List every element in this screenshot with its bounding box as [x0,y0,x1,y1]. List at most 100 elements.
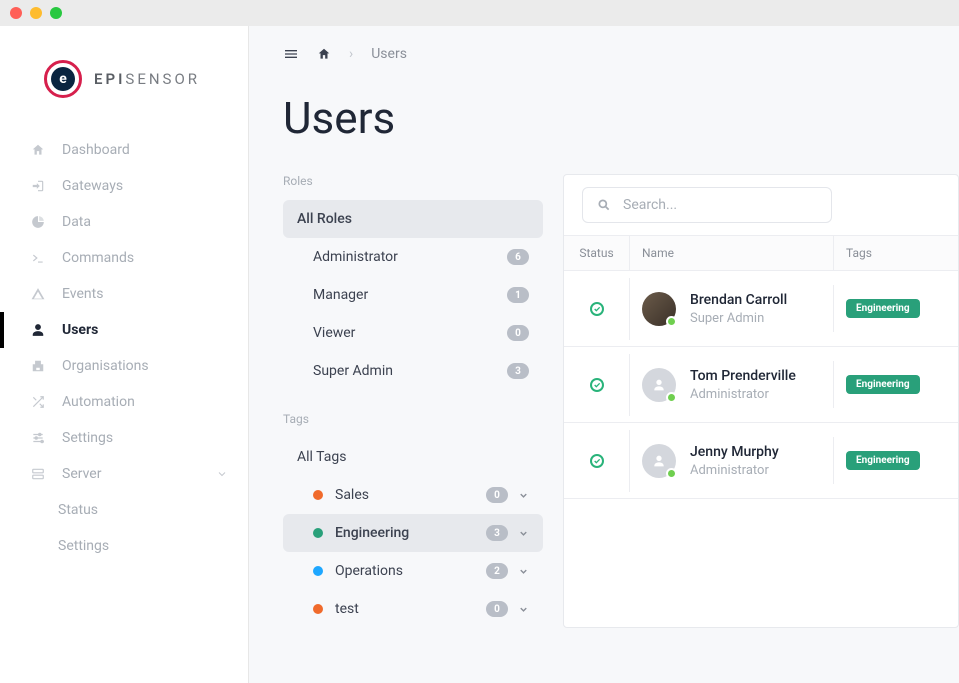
nav-settings[interactable]: Settings [0,420,248,456]
tag-label: Sales [335,487,369,503]
tag-color-dot [313,528,323,538]
role-label: Administrator [313,249,398,265]
role-all[interactable]: All Roles [283,200,543,238]
brand-mark-letter: e [51,67,75,91]
role-label: Viewer [313,325,355,341]
table-row[interactable]: Tom PrendervilleAdministrator Engineering [564,347,958,423]
tag-count-badge: 3 [486,525,508,541]
chevron-down-icon[interactable] [518,566,529,577]
nav-dashboard[interactable]: Dashboard [0,132,248,168]
user-role: Administrator [690,387,796,402]
role-count-badge: 3 [507,363,529,379]
nav-users[interactable]: Users [0,312,248,348]
nav-server-settings[interactable]: Settings [0,528,248,564]
nav-data[interactable]: Data [0,204,248,240]
window-minimize-button[interactable] [30,7,42,19]
users-panel: Status Name Tags Brendan CarrollSuper Ad… [563,174,959,628]
tag-all[interactable]: All Tags [283,438,543,476]
th-status: Status [564,236,629,270]
terminal-icon [30,251,46,265]
tag-test[interactable]: test 0 [283,590,543,628]
window-maximize-button[interactable] [50,7,62,19]
topbar: › Users [249,26,959,62]
cell-status [564,364,629,406]
tag-operations[interactable]: Operations 2 [283,552,543,590]
nav-events[interactable]: Events [0,276,248,312]
cell-tags: Engineering [833,437,958,484]
chevron-down-icon[interactable] [518,490,529,501]
role-viewer[interactable]: Viewer 0 [283,314,543,352]
chevron-down-icon[interactable] [518,528,529,539]
cell-status [564,288,629,330]
brand-logo: e EPISENSOR [0,26,248,132]
user-name: Jenny Murphy [690,444,779,460]
nav-sub-label: Status [58,502,98,518]
nav-automation[interactable]: Automation [0,384,248,420]
tags-section-label: Tags [283,412,543,426]
cell-tags: Engineering [833,285,958,332]
table-body: Brendan CarrollSuper AdminEngineeringTom… [564,271,958,499]
tag-count-badge: 2 [486,563,508,579]
cell-tags: Engineering [833,361,958,408]
nav-sub-label: Settings [58,538,109,554]
tag-engineering[interactable]: Engineering 3 [283,514,543,552]
window-titlebar [0,0,959,26]
role-count-badge: 6 [507,249,529,265]
tag-color-dot [313,604,323,614]
nav-commands[interactable]: Commands [0,240,248,276]
role-label: All Roles [297,211,352,227]
cell-name: Jenny Murphy Administrator [629,430,833,492]
nav-label: Organisations [62,358,149,374]
home-icon [30,143,46,157]
brand-mark: e [44,60,82,98]
avatar [642,444,676,478]
pie-icon [30,215,46,229]
tag-pill: Engineering [846,375,920,394]
user-icon [30,323,46,337]
nav-label: Automation [62,394,135,410]
chevron-down-icon[interactable] [518,604,529,615]
user-role: Super Admin [690,311,787,326]
presence-indicator [666,316,677,327]
tag-pill: Engineering [846,451,920,470]
tag-count-badge: 0 [486,487,508,503]
nav-organisations[interactable]: Organisations [0,348,248,384]
search-icon [597,198,611,212]
tag-color-dot [313,490,323,500]
nav-label: Users [62,322,98,338]
nav-server-status[interactable]: Status [0,492,248,528]
tag-label: test [335,601,359,617]
cell-name: Tom PrendervilleAdministrator [629,354,833,416]
nav-gateways[interactable]: Gateways [0,168,248,204]
tag-color-dot [313,566,323,576]
tag-sales[interactable]: Sales 0 [283,476,543,514]
role-manager[interactable]: Manager 1 [283,276,543,314]
search-input[interactable] [623,197,817,213]
role-count-badge: 1 [507,287,529,303]
table-row[interactable]: Jenny Murphy Administrator Engineering [564,423,958,499]
th-tags: Tags [833,236,958,270]
status-ok-icon [590,378,604,392]
breadcrumb-home-icon[interactable] [317,47,331,61]
role-administrator[interactable]: Administrator 6 [283,238,543,276]
breadcrumb-current: Users [371,46,407,62]
primary-nav: Dashboard Gateways Data Commands [0,132,248,564]
menu-toggle-icon[interactable] [283,46,299,62]
nav-label: Server [62,466,101,482]
search-box[interactable] [582,187,832,223]
table-row[interactable]: Brendan CarrollSuper AdminEngineering [564,271,958,347]
role-super-admin[interactable]: Super Admin 3 [283,352,543,390]
roles-section-label: Roles [283,174,543,188]
sidebar: e EPISENSOR Dashboard Gateways [0,26,249,683]
window-close-button[interactable] [10,7,22,19]
nav-label: Commands [62,250,134,266]
tags-list: All Tags Sales 0 Engineering 3 [283,438,543,628]
tag-label: Engineering [335,525,409,541]
page-title: Users [249,62,959,174]
nav-server[interactable]: Server [0,456,248,492]
th-name: Name [629,236,833,270]
user-role: Administrator [690,463,779,478]
status-ok-icon [590,302,604,316]
cell-name: Brendan CarrollSuper Admin [629,278,833,340]
nav-label: Events [62,286,103,302]
